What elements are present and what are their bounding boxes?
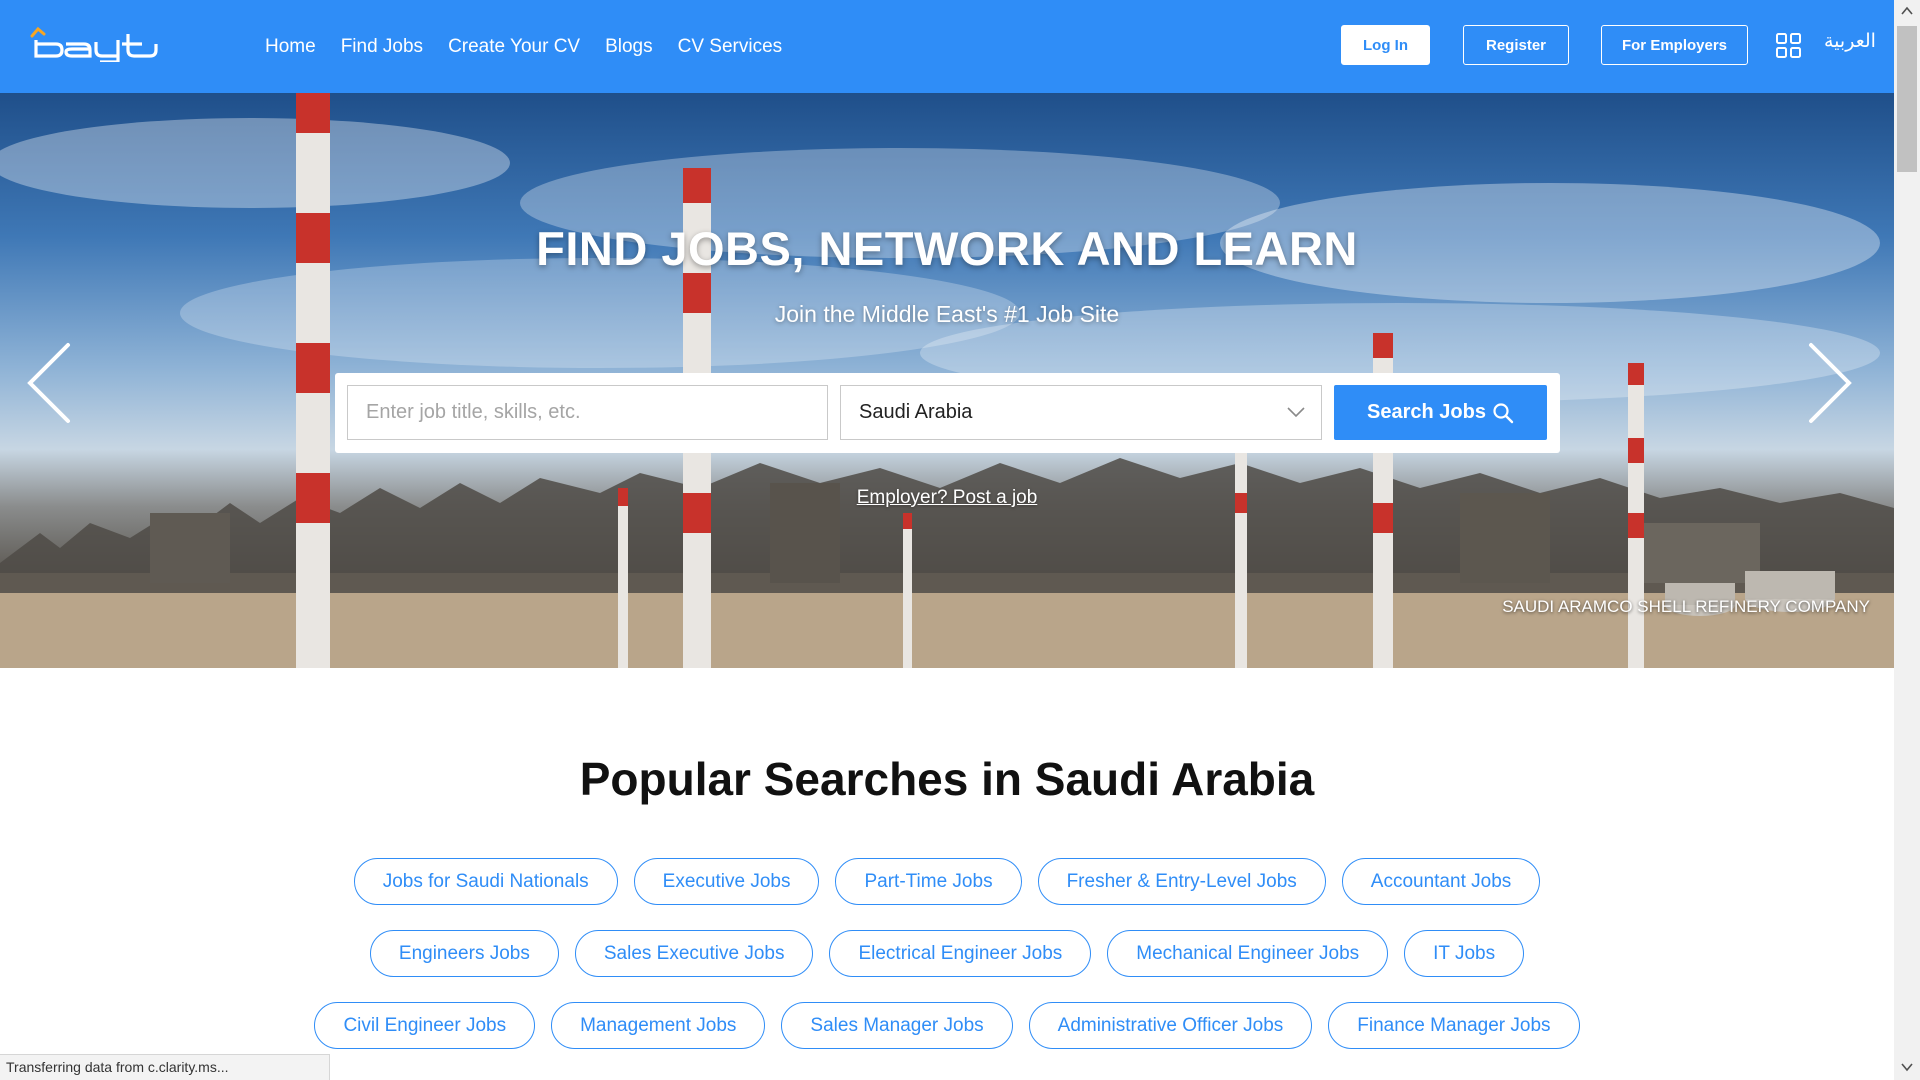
popular-search-chip[interactable]: Finance Manager Jobs	[1328, 1002, 1580, 1049]
popular-search-chip[interactable]: IT Jobs	[1404, 930, 1525, 977]
bayt-logo[interactable]	[30, 26, 162, 62]
nav-blogs[interactable]: Blogs	[605, 36, 653, 58]
hero-banner: FIND JOBS, NETWORK AND LEARN Join the Mi…	[0, 93, 1894, 668]
apps-grid-icon[interactable]	[1776, 33, 1801, 58]
popular-search-chip[interactable]: Mechanical Engineer Jobs	[1107, 930, 1389, 977]
browser-status-bar: Transferring data from c.clarity.ms...	[0, 1054, 330, 1080]
popular-searches-row: Jobs for Saudi Nationals Executive Jobs …	[0, 858, 1894, 905]
hero-title: FIND JOBS, NETWORK AND LEARN	[536, 222, 1358, 275]
popular-search-chip[interactable]: Jobs for Saudi Nationals	[353, 858, 618, 905]
for-employers-button[interactable]: For Employers	[1601, 25, 1748, 65]
search-jobs-label: Search Jobs	[1367, 401, 1486, 423]
register-button[interactable]: Register	[1463, 25, 1569, 65]
nav-home[interactable]: Home	[265, 36, 316, 58]
nav-cv-services[interactable]: CV Services	[678, 36, 783, 58]
popular-search-chip[interactable]: Fresher & Entry-Level Jobs	[1037, 858, 1326, 905]
site-header: Home Find Jobs Create Your CV Blogs CV S…	[0, 0, 1894, 93]
employer-post-job-link[interactable]: Employer? Post a job	[0, 487, 1894, 509]
main-nav: Home Find Jobs Create Your CV Blogs CV S…	[265, 0, 782, 93]
country-select[interactable]: Saudi Arabia	[840, 385, 1322, 440]
nav-find-jobs[interactable]: Find Jobs	[341, 36, 423, 58]
popular-search-chip[interactable]: Administrative Officer Jobs	[1028, 1002, 1313, 1049]
scroll-down-arrow-icon[interactable]	[1901, 1062, 1913, 1072]
popular-search-chip[interactable]: Sales Manager Jobs	[781, 1002, 1013, 1049]
chevron-down-icon	[1287, 407, 1305, 418]
country-select-value: Saudi Arabia	[859, 401, 973, 423]
job-search-input[interactable]	[347, 385, 828, 440]
popular-search-chip[interactable]: Accountant Jobs	[1341, 858, 1541, 905]
popular-searches-row: Engineers Jobs Sales Executive Jobs Elec…	[0, 930, 1894, 977]
scroll-up-arrow-icon[interactable]	[1901, 6, 1913, 16]
popular-search-chip[interactable]: Management Jobs	[551, 1002, 766, 1049]
scrollbar-thumb[interactable]	[1897, 26, 1917, 172]
carousel-prev-arrow-icon[interactable]	[24, 341, 74, 425]
nav-create-cv[interactable]: Create Your CV	[448, 36, 580, 58]
popular-search-chip[interactable]: Executive Jobs	[633, 858, 820, 905]
popular-search-chip[interactable]: Electrical Engineer Jobs	[829, 930, 1092, 977]
page-scrollbar[interactable]	[1894, 0, 1920, 1080]
popular-search-chip[interactable]: Part-Time Jobs	[835, 858, 1022, 905]
search-icon	[1493, 402, 1514, 423]
carousel-next-arrow-icon[interactable]	[1805, 341, 1855, 425]
popular-search-chip[interactable]: Engineers Jobs	[369, 930, 559, 977]
language-switch[interactable]: العربية	[1824, 30, 1876, 53]
popular-searches-row: Civil Engineer Jobs Management Jobs Sale…	[0, 1002, 1894, 1049]
hero-subtitle: Join the Middle East's #1 Job Site	[774, 301, 1120, 327]
popular-search-chip[interactable]: Civil Engineer Jobs	[314, 1002, 536, 1049]
job-search-form: Saudi Arabia Search Jobs	[335, 373, 1560, 453]
popular-searches-title: Popular Searches in Saudi Arabia	[579, 753, 1315, 805]
popular-search-chip[interactable]: Sales Executive Jobs	[574, 930, 814, 977]
search-jobs-button[interactable]: Search Jobs	[1334, 385, 1547, 440]
login-button[interactable]: Log In	[1341, 25, 1430, 65]
hero-image-caption: SAUDI ARAMCO SHELL REFINERY COMPANY	[1502, 597, 1870, 616]
